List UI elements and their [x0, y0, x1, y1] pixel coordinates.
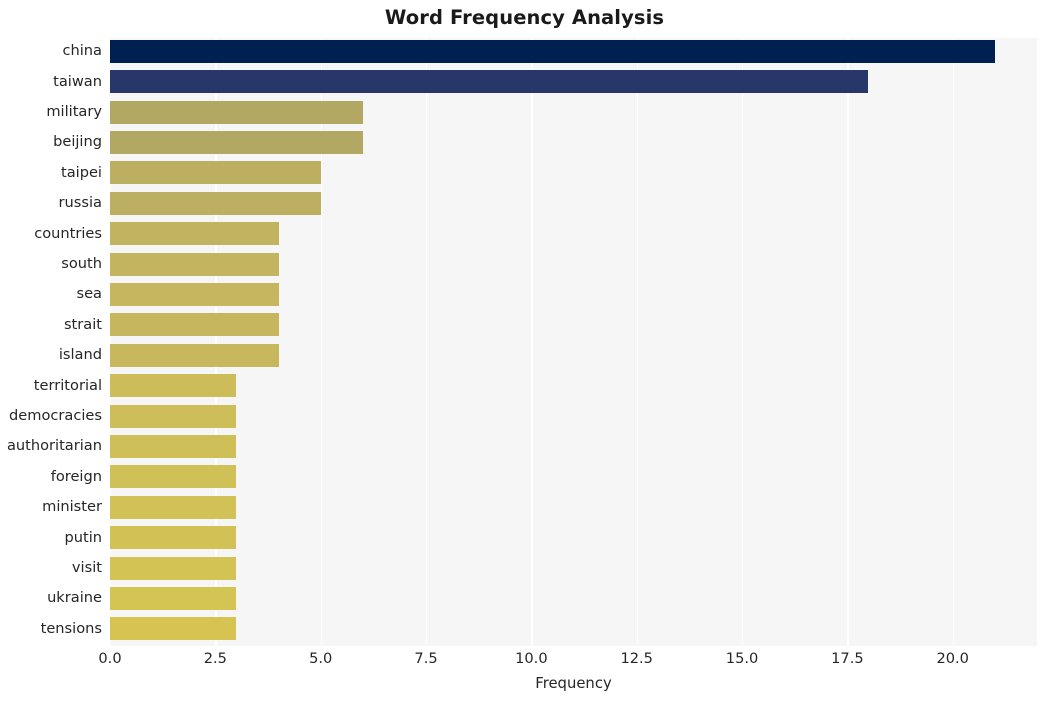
bar[interactable] [110, 617, 237, 641]
bar[interactable] [110, 100, 363, 124]
y-axis-tick-label: strait [63, 315, 102, 333]
bar[interactable] [110, 343, 279, 367]
y-axis-tick-label: sea [76, 285, 102, 303]
y-axis-tick-label: authoritarian [6, 437, 102, 455]
bar[interactable] [110, 130, 363, 154]
y-axis-tick-label: putin [64, 528, 102, 546]
x-axis-tick-label: 10.0 [515, 650, 548, 667]
bar[interactable] [110, 282, 279, 306]
x-axis-tick-label: 15.0 [725, 650, 759, 667]
x-axis-tick-label: 0.0 [98, 650, 122, 667]
y-axis-tick-label: island [58, 346, 102, 364]
y-axis-tick-label: democracies [8, 407, 102, 424]
y-axis-tick-label: china [62, 42, 102, 60]
bar[interactable] [110, 404, 237, 428]
x-axis-label: Frequency [535, 675, 612, 692]
y-axis-tick-label: taipei [60, 163, 102, 181]
chart-title: Word Frequency Analysis [384, 6, 665, 29]
word-frequency-chart: Word Frequency Analysis china taiwan milit… [0, 0, 1049, 701]
bar[interactable] [110, 39, 995, 63]
bar[interactable] [110, 556, 237, 580]
y-axis-tick-label: taiwan [53, 72, 102, 90]
y-axis-tick-label: south [61, 255, 102, 272]
x-axis-tick-label: 12.5 [620, 650, 653, 667]
x-axis-tick-label: 2.5 [203, 650, 227, 667]
bar[interactable] [110, 191, 321, 215]
bar[interactable] [110, 374, 237, 398]
plot-area [110, 38, 1037, 646]
y-axis-tick-label: territorial [33, 376, 102, 394]
bar[interactable] [110, 434, 237, 458]
x-axis-tick-label: 20.0 [936, 650, 969, 667]
y-axis-tick-label: minister [42, 498, 102, 516]
y-axis-tick-label: russia [58, 194, 102, 212]
y-axis-tick-label: foreign [50, 467, 102, 485]
bar[interactable] [110, 526, 237, 550]
bar[interactable] [110, 465, 237, 489]
y-axis-tick-label: tensions [40, 619, 102, 637]
y-axis-tick-label: military [46, 103, 102, 120]
bar[interactable] [110, 252, 279, 276]
y-axis-tick-label: visit [71, 559, 102, 576]
x-axis-tick-labels: 0.0 2.5 5.0 7.5 10.0 12.5 15.0 17.5 20.0 [98, 650, 1037, 672]
y-axis-tick-labels: china taiwan military beijing taipei russia co… [0, 38, 102, 646]
x-axis-tick-label: 17.5 [831, 650, 864, 667]
y-axis-tick-label: beijing [53, 133, 102, 151]
x-axis-tick-label: 5.0 [309, 650, 333, 667]
bars-layer [110, 38, 1037, 646]
bar[interactable] [110, 586, 237, 610]
bar[interactable] [110, 495, 237, 519]
bar[interactable] [110, 313, 279, 337]
y-axis-tick-label: countries [34, 224, 102, 242]
x-axis-tick-label: 7.5 [414, 650, 438, 667]
y-axis-tick-label: ukraine [47, 589, 102, 607]
bar[interactable] [110, 222, 279, 246]
bar[interactable] [110, 161, 321, 185]
bar[interactable] [110, 70, 869, 94]
